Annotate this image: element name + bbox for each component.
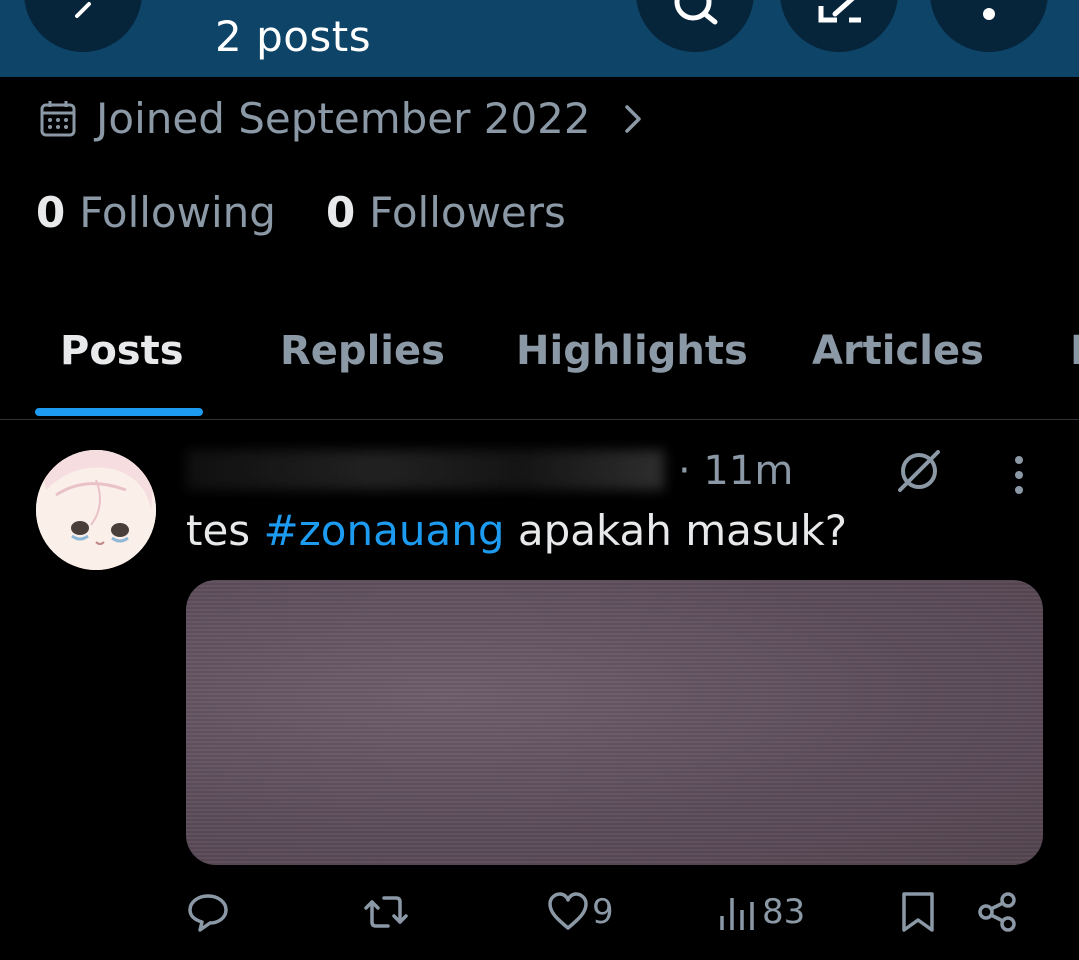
- search-button[interactable]: [636, 0, 754, 52]
- like-button[interactable]: 9: [546, 890, 614, 934]
- following-count: 0: [36, 188, 66, 237]
- share-icon: [978, 892, 1016, 932]
- tab-articles[interactable]: Articles: [812, 328, 984, 374]
- tab-replies[interactable]: Replies: [280, 328, 445, 374]
- search-icon: [674, 0, 718, 25]
- bookmark-icon: [902, 892, 934, 932]
- repost-icon: [364, 896, 408, 928]
- joined-date-text: Joined September 2022: [96, 94, 591, 143]
- avatar-illustration: [36, 450, 156, 570]
- calendar-icon: [40, 100, 76, 136]
- top-app-bar: 2 posts: [0, 0, 1079, 77]
- joined-date-row[interactable]: Joined September 2022: [38, 94, 645, 143]
- analytics-icon: [720, 898, 754, 930]
- active-tab-indicator: [35, 408, 203, 416]
- post-author-avatar[interactable]: [36, 450, 156, 570]
- followers-link[interactable]: 0 Followers: [326, 188, 566, 237]
- post-media-image[interactable]: [186, 580, 1043, 865]
- edit-icon: [818, 0, 861, 23]
- post-timestamp[interactable]: · 11m: [678, 448, 793, 494]
- bookmark-button[interactable]: [896, 890, 940, 934]
- views-button[interactable]: 83: [716, 890, 805, 934]
- following-label: Following: [79, 188, 276, 237]
- post-text-start: tes: [186, 506, 264, 555]
- header-post-count: 2 posts: [215, 12, 372, 61]
- post-author-name-redacted[interactable]: [186, 450, 664, 490]
- like-count: 9: [592, 892, 614, 932]
- post-more-icon[interactable]: [1004, 452, 1034, 498]
- chevron-right-icon: [624, 104, 641, 133]
- views-count: 83: [762, 892, 806, 932]
- reply-icon: [188, 894, 228, 932]
- more-vertical-icon: [983, 8, 995, 20]
- tab-posts[interactable]: Posts: [60, 328, 184, 374]
- arrow-left-icon: [75, 2, 91, 18]
- followers-count: 0: [325, 188, 356, 237]
- heart-icon: [548, 892, 588, 930]
- repost-button[interactable]: [364, 890, 408, 934]
- share-button[interactable]: [976, 890, 1020, 934]
- profile-tabs: Posts Replies Highlights Articles M: [0, 318, 1079, 420]
- reply-button[interactable]: [186, 890, 230, 934]
- more-options-button[interactable]: [930, 0, 1048, 52]
- post-text-end: apakah masuk?: [504, 506, 848, 555]
- followers-label: Followers: [369, 188, 566, 237]
- hashtag-link[interactable]: #zonauang: [264, 506, 505, 555]
- tab-media[interactable]: M: [1070, 328, 1079, 374]
- grok-icon[interactable]: [894, 446, 944, 496]
- compose-button[interactable]: [780, 0, 898, 52]
- tab-highlights[interactable]: Highlights: [516, 328, 748, 374]
- follow-stats: 0 Following 0 Followers: [36, 188, 616, 237]
- post-body: tes #zonauang apakah masuk?: [186, 506, 847, 555]
- post-action-bar: 9 83: [0, 890, 1079, 950]
- back-button[interactable]: [24, 0, 142, 52]
- following-link[interactable]: 0 Following: [36, 188, 276, 237]
